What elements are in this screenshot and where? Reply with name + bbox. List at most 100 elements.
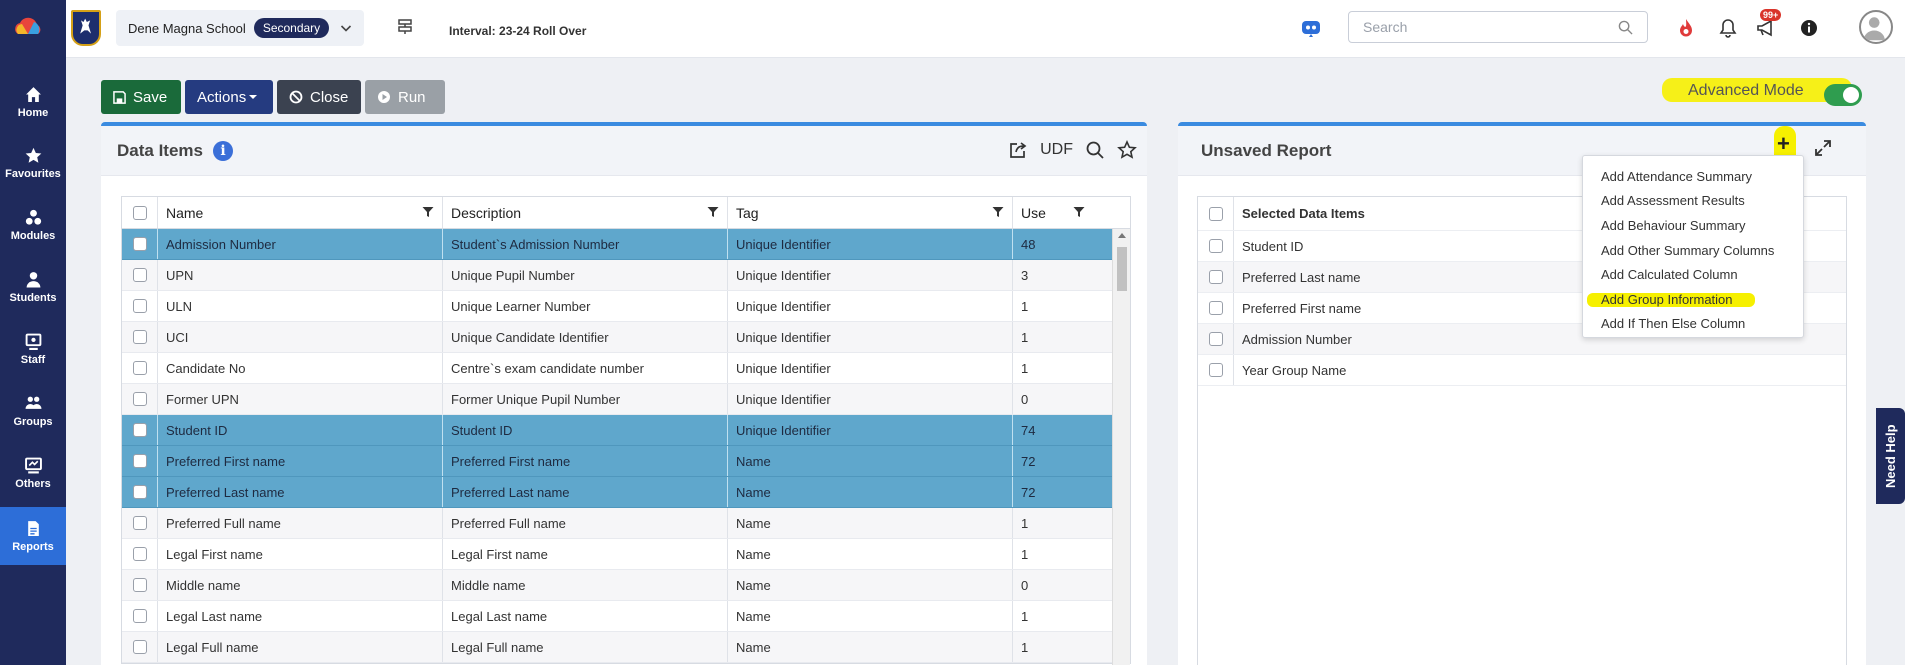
scroll-up-arrow-icon[interactable] [1118, 233, 1126, 238]
table-row[interactable]: Student ID Student ID Unique Identifier 74 [122, 415, 1130, 446]
school-selector[interactable]: Dene Magna School Secondary [116, 10, 364, 46]
table-row[interactable]: Legal First name Legal First name Name 1 [122, 539, 1130, 570]
save-button[interactable]: Save [101, 80, 181, 114]
row-checkbox[interactable] [132, 299, 147, 313]
column-header-use[interactable]: Use [1013, 197, 1112, 228]
expand-icon[interactable] [1813, 138, 1833, 158]
interval-switch-icon[interactable] [396, 18, 414, 36]
menu-item[interactable]: Add Assessment Results [1583, 189, 1803, 214]
table-row[interactable]: UCI Unique Candidate Identifier Unique Ide… [122, 322, 1130, 353]
row-checkbox[interactable] [1208, 363, 1223, 377]
actions-dropdown-button[interactable]: Actions [185, 80, 273, 114]
select-all-checkbox-cell[interactable] [122, 197, 158, 228]
row-checkbox-cell[interactable] [122, 570, 158, 600]
row-checkbox-cell[interactable] [122, 446, 158, 476]
row-checkbox[interactable] [1208, 301, 1223, 315]
close-button[interactable]: Close [277, 80, 361, 114]
nav-groups[interactable]: Groups [0, 382, 66, 440]
run-button[interactable]: Run [365, 80, 445, 114]
menu-item[interactable]: Add Behaviour Summary [1583, 213, 1803, 238]
select-all-checkbox[interactable] [1208, 206, 1223, 221]
select-all-checkbox-cell[interactable] [1198, 197, 1234, 230]
column-header-tag[interactable]: Tag [728, 197, 1013, 228]
table-row[interactable]: Preferred First name Preferred First name… [122, 446, 1130, 477]
menu-item[interactable]: Add If Then Else Column [1583, 312, 1803, 337]
row-checkbox[interactable] [132, 423, 147, 437]
filter-icon[interactable] [422, 206, 434, 218]
chat-bot-icon[interactable] [1299, 16, 1323, 40]
row-checkbox-cell[interactable] [122, 260, 158, 290]
row-checkbox[interactable] [132, 547, 147, 561]
table-row[interactable]: Former UPN Former Unique Pupil Number Uniq… [122, 384, 1130, 415]
menu-item[interactable]: Add Attendance Summary [1583, 164, 1803, 189]
user-avatar[interactable] [1859, 10, 1893, 44]
row-checkbox[interactable] [132, 640, 147, 654]
selected-item-row[interactable]: Year Group Name [1198, 355, 1846, 386]
table-row[interactable]: Preferred Last name Preferred Last name Na… [122, 477, 1130, 508]
nav-others[interactable]: Others [0, 444, 66, 502]
search-input[interactable]: Search [1348, 11, 1648, 43]
row-checkbox-cell[interactable] [122, 508, 158, 538]
megaphone-icon[interactable] [1756, 18, 1776, 38]
bell-icon[interactable] [1718, 18, 1738, 38]
row-checkbox-cell[interactable] [122, 291, 158, 321]
nav-modules[interactable]: Modules [0, 196, 66, 254]
star-outline-icon[interactable] [1117, 140, 1137, 160]
row-checkbox-cell[interactable] [1198, 262, 1234, 292]
table-row[interactable]: Legal Last name Legal Last name Name 1 [122, 601, 1130, 632]
info-circle-icon[interactable]: i [212, 140, 233, 161]
column-header-name[interactable]: Name [158, 197, 443, 228]
row-checkbox-cell[interactable] [122, 415, 158, 445]
row-checkbox-cell[interactable] [122, 601, 158, 631]
row-checkbox[interactable] [132, 485, 147, 499]
nav-students[interactable]: Students [0, 258, 66, 316]
row-checkbox-cell[interactable] [1198, 355, 1234, 385]
menu-item[interactable]: Add Group Information [1583, 287, 1803, 312]
row-checkbox[interactable] [132, 237, 147, 251]
row-checkbox-cell[interactable] [122, 632, 158, 662]
row-checkbox[interactable] [132, 330, 147, 344]
app-logo-icon[interactable] [12, 14, 46, 40]
search-icon[interactable] [1085, 140, 1105, 160]
row-checkbox-cell[interactable] [122, 539, 158, 569]
row-checkbox[interactable] [132, 609, 147, 623]
info-icon[interactable] [1799, 18, 1819, 38]
row-checkbox-cell[interactable] [1198, 231, 1234, 261]
row-checkbox-cell[interactable] [1198, 293, 1234, 323]
table-row[interactable]: Preferred Full name Preferred Full name Na… [122, 508, 1130, 539]
table-row[interactable]: Candidate No Centre`s exam candidate numb… [122, 353, 1130, 384]
menu-item[interactable]: Add Other Summary Columns [1583, 238, 1803, 263]
row-checkbox-cell[interactable] [122, 384, 158, 414]
table-scrollbar[interactable] [1112, 229, 1130, 665]
row-checkbox[interactable] [132, 392, 147, 406]
scroll-thumb[interactable] [1117, 247, 1127, 291]
filter-icon[interactable] [992, 206, 1004, 218]
row-checkbox[interactable] [1208, 270, 1223, 284]
row-checkbox[interactable] [1208, 332, 1223, 346]
nav-home[interactable]: Home [0, 73, 66, 131]
row-checkbox-cell[interactable] [122, 353, 158, 383]
row-checkbox-cell[interactable] [122, 322, 158, 352]
table-row[interactable]: Legal Full name Legal Full name Name 1 [122, 632, 1130, 663]
advanced-mode-toggle[interactable] [1824, 84, 1862, 106]
udf-button[interactable]: UDF [1040, 141, 1073, 159]
menu-item[interactable]: Add Calculated Column [1583, 262, 1803, 287]
select-all-checkbox[interactable] [132, 205, 147, 220]
row-checkbox[interactable] [132, 578, 147, 592]
row-checkbox-cell[interactable] [122, 477, 158, 507]
table-row[interactable]: Admission Number Student`s Admission Numb… [122, 229, 1130, 260]
nav-reports[interactable]: Reports [0, 507, 66, 565]
share-export-icon[interactable] [1008, 140, 1028, 160]
row-checkbox[interactable] [1208, 239, 1223, 253]
nav-favourites[interactable]: Favourites [0, 134, 66, 192]
filter-icon[interactable] [707, 206, 719, 218]
table-row[interactable]: Middle name Middle name Name 0 [122, 570, 1130, 601]
flame-icon[interactable] [1676, 18, 1696, 38]
row-checkbox[interactable] [132, 516, 147, 530]
table-row[interactable]: UPN Unique Pupil Number Unique Identifier 3 [122, 260, 1130, 291]
column-header-description[interactable]: Description [443, 197, 728, 228]
row-checkbox-cell[interactable] [1198, 324, 1234, 354]
add-column-plus-button[interactable]: + [1777, 131, 1790, 157]
row-checkbox-cell[interactable] [122, 229, 158, 259]
row-checkbox[interactable] [132, 454, 147, 468]
